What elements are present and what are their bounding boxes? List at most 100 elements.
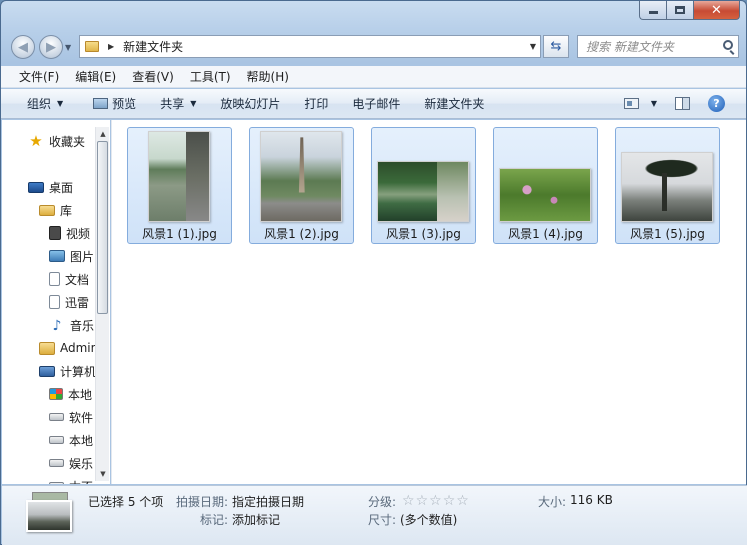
- nav-computer[interactable]: 计算机: [39, 361, 96, 381]
- tags-value[interactable]: 添加标记: [232, 511, 280, 528]
- nav-lib-videos[interactable]: 视频: [49, 223, 90, 243]
- refresh-button[interactable]: ⇆: [543, 35, 569, 58]
- nav-lib-pictures[interactable]: 图片: [49, 246, 94, 266]
- back-button[interactable]: ◀: [11, 35, 35, 59]
- star-icon[interactable]: ☆: [429, 493, 442, 509]
- file-thumbnail: [499, 168, 591, 222]
- file-tile[interactable]: 风景1 (2).jpg: [249, 127, 354, 244]
- menu-file[interactable]: 文件(F): [11, 68, 67, 85]
- nav-drive-partial[interactable]: 本不: [49, 476, 93, 484]
- preview-pane-button[interactable]: [666, 97, 699, 110]
- nav-computer-label: 计算机: [60, 364, 97, 379]
- nav-drive-software[interactable]: 软件: [49, 407, 93, 427]
- file-list-area[interactable]: 风景1 (1).jpg 风景1 (2).jpg 风景1 (3).jpg 风景1 …: [111, 120, 746, 484]
- file-thumbnail: [621, 152, 713, 222]
- change-view-button[interactable]: ▼: [615, 98, 666, 109]
- search-icon[interactable]: [723, 40, 733, 50]
- nav-drive-label: 本地: [68, 387, 93, 402]
- nav-pane-scrollbar[interactable]: ▲ ▼: [95, 127, 109, 481]
- scrollbar-thumb[interactable]: [97, 141, 108, 314]
- thunder-download-icon: [49, 295, 60, 309]
- share-button[interactable]: 共享 ▼: [151, 95, 205, 112]
- explorer-window: ✕ ◀ ▶ ▼ ▶ 新建文件夹 ▼ ⇆ 搜索 新建文件夹 文件(F) 编辑(E)…: [0, 0, 747, 545]
- nav-lib-music-label: 音乐: [70, 318, 95, 333]
- share-caret-icon: ▼: [190, 99, 197, 108]
- pictures-icon: [49, 250, 65, 262]
- minimize-icon: [648, 11, 658, 14]
- menu-tools[interactable]: 工具(T): [182, 68, 239, 85]
- video-icon: [49, 226, 61, 240]
- preview-icon: [93, 98, 109, 109]
- slideshow-button[interactable]: 放映幻灯片: [211, 95, 289, 112]
- breadcrumb-chevron-icon[interactable]: ▶: [108, 42, 114, 51]
- breadcrumb-current[interactable]: 新建文件夹: [123, 38, 183, 55]
- scroll-up-arrow-icon[interactable]: ▲: [96, 127, 110, 141]
- maximize-button[interactable]: [666, 1, 693, 20]
- hard-drive-icon: [49, 413, 64, 421]
- desktop-icon: [28, 181, 44, 193]
- file-thumbnail: [260, 131, 342, 222]
- document-icon: [49, 272, 60, 286]
- menu-view[interactable]: 查看(V): [124, 68, 182, 85]
- nav-libraries[interactable]: 库: [39, 200, 72, 220]
- minimize-button[interactable]: [639, 1, 666, 20]
- file-tile[interactable]: 风景1 (4).jpg: [493, 127, 598, 244]
- date-taken-value[interactable]: 指定拍摄日期: [232, 493, 304, 510]
- file-name: 风景1 (2).jpg: [264, 227, 339, 241]
- menu-bar: 文件(F) 编辑(E) 查看(V) 工具(T) 帮助(H): [1, 66, 746, 88]
- views-caret-icon: ▼: [650, 99, 657, 108]
- menu-help[interactable]: 帮助(H): [239, 68, 297, 85]
- file-tile[interactable]: 风景1 (1).jpg: [127, 127, 232, 244]
- folder-icon: [85, 41, 99, 52]
- nav-drive-local-e[interactable]: 本地: [49, 430, 93, 450]
- nav-drive-label: 本不: [69, 478, 93, 485]
- preview-button[interactable]: 预览: [84, 95, 145, 112]
- email-button[interactable]: 电子邮件: [343, 95, 409, 112]
- file-tile[interactable]: 风景1 (3).jpg: [371, 127, 476, 244]
- hard-drive-icon: [49, 482, 64, 484]
- print-button[interactable]: 打印: [295, 95, 337, 112]
- search-input[interactable]: 搜索 新建文件夹: [577, 35, 739, 58]
- close-button[interactable]: ✕: [693, 1, 740, 20]
- forward-button[interactable]: ▶: [39, 35, 63, 59]
- nav-favorites[interactable]: ★ 收藏夹: [28, 131, 85, 151]
- address-bar[interactable]: ▶ 新建文件夹 ▼: [79, 35, 541, 58]
- star-icon[interactable]: ☆: [443, 493, 456, 509]
- recent-pages-dropdown[interactable]: ▼: [65, 43, 71, 52]
- size-label: 大小:: [538, 495, 567, 509]
- organize-button[interactable]: 组织 ▼: [18, 95, 72, 112]
- help-button[interactable]: ?: [699, 95, 734, 112]
- rating-stars[interactable]: ☆ ☆ ☆ ☆ ☆: [402, 493, 470, 509]
- maximize-icon: [675, 6, 685, 14]
- address-dropdown-icon[interactable]: ▼: [530, 42, 536, 51]
- star-icon[interactable]: ☆: [402, 493, 415, 509]
- scroll-down-arrow-icon[interactable]: ▼: [96, 467, 110, 481]
- selection-count: 已选择 5 个项: [88, 495, 164, 509]
- caption-buttons: ✕: [639, 1, 740, 21]
- refresh-icon: ⇆: [550, 39, 562, 54]
- nav-libraries-label: 库: [60, 203, 73, 218]
- nav-lib-thunder[interactable]: 迅雷: [49, 292, 89, 312]
- nav-drive-local-c[interactable]: 本地: [49, 384, 92, 404]
- details-pane: 已选择 5 个项 拍摄日期: 指定拍摄日期 标记: 添加标记 分级: ☆ ☆ ☆…: [2, 485, 747, 545]
- search-placeholder: 搜索 新建文件夹: [586, 40, 674, 54]
- hard-drive-icon: [49, 436, 64, 444]
- nav-desktop[interactable]: 桌面: [28, 177, 73, 197]
- star-icon[interactable]: ☆: [416, 493, 429, 509]
- date-taken-label: 拍摄日期:: [176, 495, 229, 509]
- file-tile[interactable]: 风景1 (5).jpg: [615, 127, 720, 244]
- nav-drive-label: 娱乐: [69, 456, 94, 471]
- dimensions-label: 尺寸:: [368, 513, 397, 527]
- star-icon[interactable]: ☆: [456, 493, 469, 509]
- nav-admin[interactable]: Admin: [39, 338, 98, 358]
- stack-front-image: [26, 500, 72, 532]
- menu-edit[interactable]: 编辑(E): [67, 68, 124, 85]
- new-folder-button[interactable]: 新建文件夹: [415, 95, 493, 112]
- nav-lib-thunder-label: 迅雷: [65, 295, 90, 310]
- file-name: 风景1 (4).jpg: [508, 227, 583, 241]
- nav-admin-label: Admin: [60, 341, 99, 355]
- nav-lib-music[interactable]: ♪ 音乐: [49, 315, 94, 335]
- nav-lib-documents[interactable]: 文档: [49, 269, 89, 289]
- music-note-icon: ♪: [52, 318, 62, 334]
- nav-drive-entertainment[interactable]: 娱乐: [49, 453, 93, 473]
